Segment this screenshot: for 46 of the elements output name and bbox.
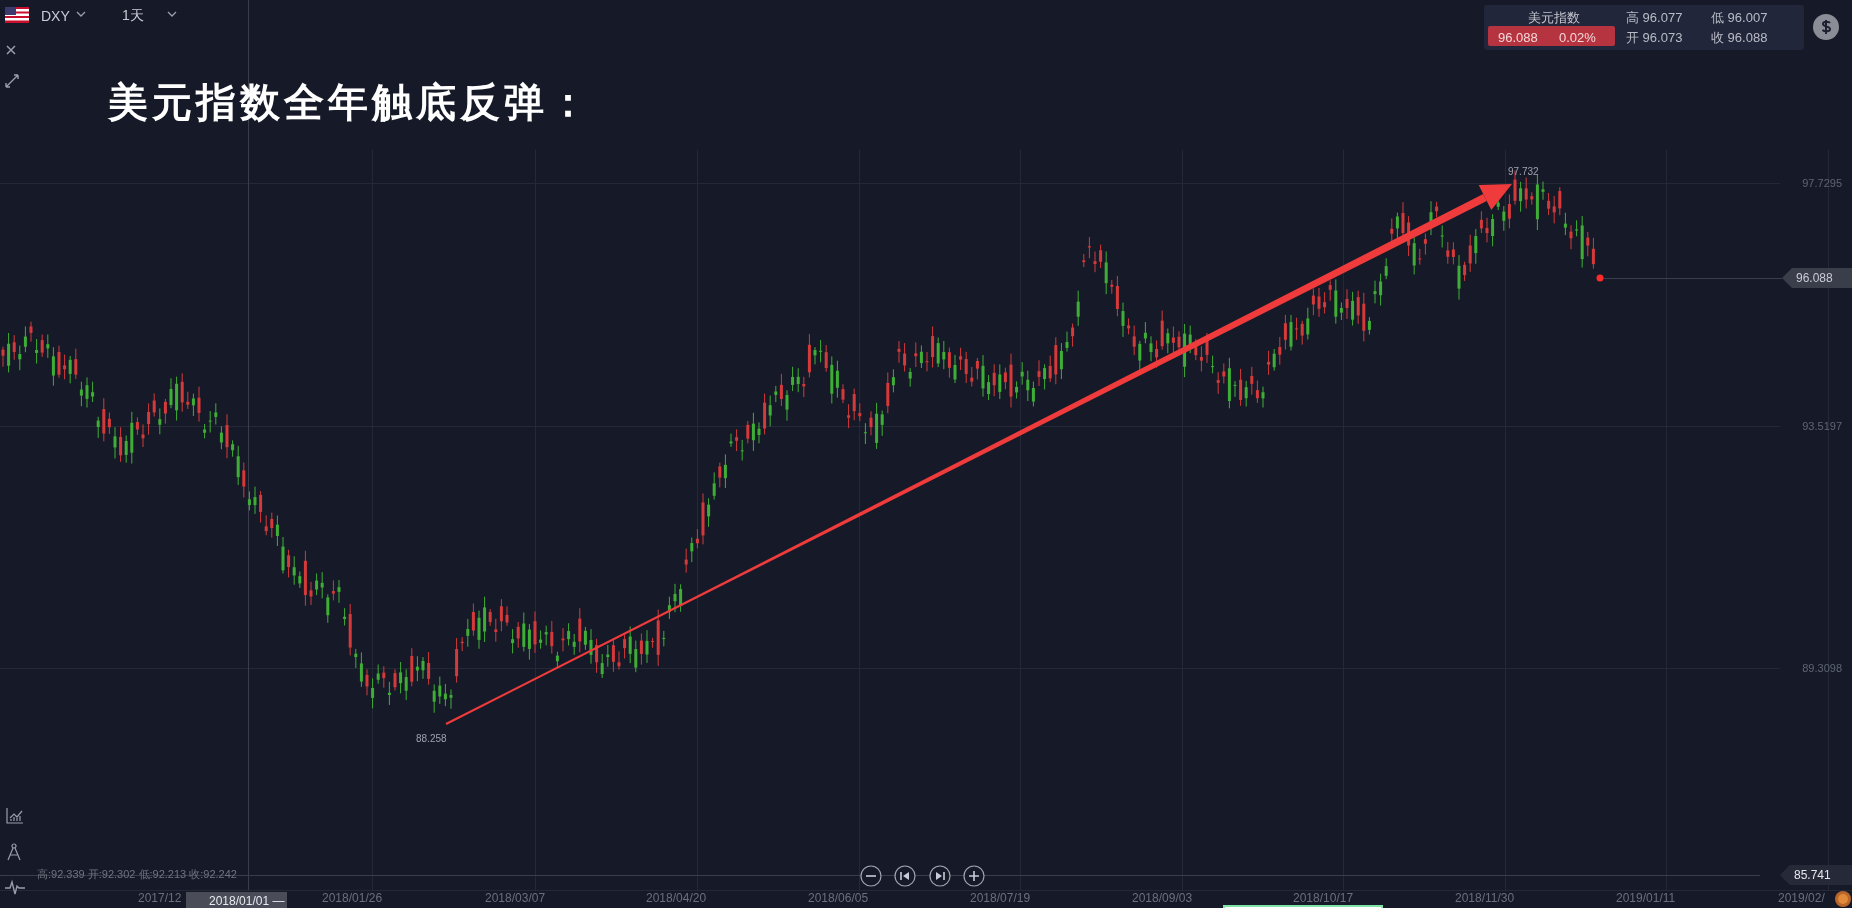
axis-label: 2017/12: [138, 892, 182, 905]
axis-label: 2018/11/30: [1455, 892, 1515, 905]
axis-label: 2018/01/26: [322, 892, 383, 905]
skip-back-icon[interactable]: [894, 865, 916, 887]
axis-label: 97.7295: [1802, 176, 1842, 191]
chevron-down-icon[interactable]: [167, 11, 177, 18]
price-annotation: 97.732: [1508, 165, 1539, 179]
us-flag-icon[interactable]: [5, 7, 29, 23]
high-value: 高 96.077: [1626, 9, 1683, 27]
ohlc-readout: 高:92.339 开:92.302 低:92.213 收:92.242: [37, 867, 237, 882]
close-value: 收 96.088: [1711, 29, 1768, 47]
zoom-out-icon[interactable]: [860, 865, 882, 887]
axis-label: 2019/01/11: [1616, 892, 1676, 905]
crosshair-date-label: 2018/01/01 —: [186, 892, 287, 908]
axis-label: 2018/09/03: [1132, 892, 1193, 905]
dollar-icon[interactable]: [1813, 14, 1839, 40]
price-tag: 85.741: [1780, 865, 1852, 885]
symbol-name[interactable]: DXY: [41, 6, 70, 27]
axis-label: 89.3098: [1802, 661, 1842, 676]
price-dot-icon: [1596, 274, 1604, 282]
last-price: 96.088: [1498, 29, 1538, 47]
open-value: 开 96.073: [1626, 29, 1683, 47]
axis-label: 2019/02/: [1778, 892, 1825, 905]
interval-label[interactable]: 1天: [122, 5, 144, 26]
axis-label: 93.5197: [1802, 419, 1842, 434]
range-scrollbar[interactable]: [1223, 905, 1383, 908]
axis-label: 2018/10/17: [1293, 892, 1354, 905]
close-icon[interactable]: [6, 45, 16, 55]
axis-label: 2018/03/07: [485, 892, 546, 905]
axis-label: 2018/07/19: [970, 892, 1031, 905]
axis-label: 2018/04/20: [646, 892, 707, 905]
pulse-icon[interactable]: [5, 879, 25, 897]
price-annotation: 88.258: [416, 732, 447, 746]
price-tag: 96.088: [1782, 268, 1852, 288]
low-value: 低 96.007: [1711, 9, 1768, 27]
skip-forward-icon[interactable]: [929, 865, 951, 887]
change-percent: 0.02%: [1559, 29, 1596, 47]
compass-icon[interactable]: [6, 843, 22, 861]
index-name: 美元指数: [1528, 9, 1580, 27]
coin-icon: [1834, 890, 1852, 908]
chart-title: 美元指数全年触底反弹：: [108, 77, 592, 127]
zoom-in-icon[interactable]: [963, 865, 985, 887]
expand-icon[interactable]: [5, 74, 19, 88]
chevron-down-icon[interactable]: [76, 11, 86, 18]
axis-label: 2018/06/05: [808, 892, 869, 905]
chart-icon[interactable]: [6, 807, 24, 824]
